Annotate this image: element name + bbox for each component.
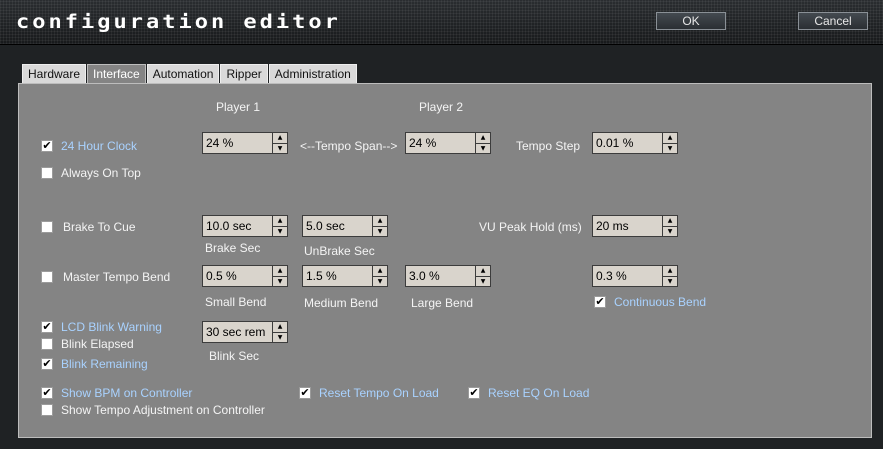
small-bend-spinner[interactable]: 0.5 % ▲ ▼ xyxy=(202,265,288,287)
brake-to-cue-checkbox[interactable] xyxy=(41,221,53,233)
24-hour-clock-label: 24 Hour Clock xyxy=(61,139,138,153)
title-bar: configuration editor OK Cancel xyxy=(0,0,883,45)
spin-down-icon[interactable]: ▼ xyxy=(662,276,678,287)
show-bpm-label: Show BPM on Controller xyxy=(61,386,193,400)
blink-remaining-checkbox[interactable]: ✔ xyxy=(41,358,53,370)
check-icon: ✔ xyxy=(469,386,479,399)
spin-down-icon[interactable]: ▼ xyxy=(272,143,288,154)
medium-bend-label: Medium Bend xyxy=(304,296,379,310)
blink-elapsed-checkbox[interactable] xyxy=(41,338,53,350)
check-icon: ✔ xyxy=(42,320,52,333)
reset-eq-checkbox[interactable]: ✔ xyxy=(468,387,480,399)
tempo-step-spinner[interactable]: 0.01 % ▲ ▼ xyxy=(592,132,678,154)
blink-sec-field[interactable]: 30 sec rem xyxy=(202,321,272,343)
master-tempo-bend-label: Master Tempo Bend xyxy=(63,270,171,284)
tempo-step-label: Tempo Step xyxy=(516,139,581,153)
unbrake-sec-spinner[interactable]: 5.0 sec ▲ ▼ xyxy=(302,215,388,237)
tempo-span-label: <--Tempo Span--> xyxy=(300,139,398,153)
tab-administration[interactable]: Administration xyxy=(268,64,357,83)
spin-up-icon[interactable]: ▲ xyxy=(272,215,288,226)
tempo-span-player2-spinner[interactable]: 24 % ▲ ▼ xyxy=(405,132,491,154)
tab-hardware[interactable]: Hardware xyxy=(22,64,87,83)
medium-bend-field[interactable]: 1.5 % xyxy=(302,265,372,287)
brake-to-cue-label: Brake To Cue xyxy=(63,220,136,234)
reset-eq-label: Reset EQ On Load xyxy=(488,386,590,400)
spin-up-icon[interactable]: ▲ xyxy=(272,132,288,143)
tab-ripper[interactable]: Ripper xyxy=(220,64,268,83)
spin-down-icon[interactable]: ▼ xyxy=(662,226,678,237)
spin-up-icon[interactable]: ▲ xyxy=(272,321,288,332)
spin-up-icon[interactable]: ▲ xyxy=(372,215,388,226)
continuous-bend-field[interactable]: 0.3 % xyxy=(592,265,662,287)
blink-remaining-label: Blink Remaining xyxy=(61,357,148,371)
continuous-bend-checkbox[interactable]: ✔ xyxy=(594,296,606,308)
player2-header: Player 2 xyxy=(419,100,464,114)
spin-down-icon[interactable]: ▼ xyxy=(372,276,388,287)
spin-down-icon[interactable]: ▼ xyxy=(475,143,491,154)
check-icon: ✔ xyxy=(300,386,310,399)
brake-sec-field[interactable]: 10.0 sec xyxy=(202,215,272,237)
always-on-top-label: Always On Top xyxy=(61,166,141,180)
master-tempo-bend-checkbox[interactable] xyxy=(41,271,53,283)
spin-down-icon[interactable]: ▼ xyxy=(662,143,678,154)
spin-down-icon[interactable]: ▼ xyxy=(272,276,288,287)
check-icon: ✔ xyxy=(42,386,52,399)
medium-bend-spinner[interactable]: 1.5 % ▲ ▼ xyxy=(302,265,388,287)
tab-automation[interactable]: Automation xyxy=(146,64,220,83)
spin-down-icon[interactable]: ▼ xyxy=(475,276,491,287)
vu-peak-hold-label: VU Peak Hold (ms) xyxy=(479,220,582,234)
spin-up-icon[interactable]: ▲ xyxy=(372,265,388,276)
interface-panel: Player 1 Player 2 ✔ 24 Hour Clock 24 % ▲… xyxy=(18,83,872,438)
check-icon: ✔ xyxy=(42,139,52,152)
blink-sec-label: Blink Sec xyxy=(209,349,260,363)
tab-bar: Hardware Interface Automation Ripper Adm… xyxy=(22,64,358,84)
continuous-bend-spinner[interactable]: 0.3 % ▲ ▼ xyxy=(592,265,678,287)
ok-button[interactable]: OK xyxy=(656,12,726,30)
spin-up-icon[interactable]: ▲ xyxy=(272,265,288,276)
spin-up-icon[interactable]: ▲ xyxy=(475,265,491,276)
check-icon: ✔ xyxy=(42,357,52,370)
check-icon: ✔ xyxy=(595,295,605,308)
blink-elapsed-label: Blink Elapsed xyxy=(61,337,134,351)
show-bpm-checkbox[interactable]: ✔ xyxy=(41,387,53,399)
vu-peak-hold-field[interactable]: 20 ms xyxy=(592,215,662,237)
window-title: configuration editor xyxy=(16,11,341,34)
lcd-blink-warning-checkbox[interactable]: ✔ xyxy=(41,321,53,333)
spin-up-icon[interactable]: ▲ xyxy=(662,132,678,143)
brake-sec-label: Brake Sec xyxy=(205,241,261,255)
tempo-step-field[interactable]: 0.01 % xyxy=(592,132,662,154)
small-bend-field[interactable]: 0.5 % xyxy=(202,265,272,287)
large-bend-spinner[interactable]: 3.0 % ▲ ▼ xyxy=(405,265,491,287)
reset-tempo-checkbox[interactable]: ✔ xyxy=(299,387,311,399)
always-on-top-checkbox[interactable] xyxy=(41,167,53,179)
brake-sec-spinner[interactable]: 10.0 sec ▲ ▼ xyxy=(202,215,288,237)
cancel-button[interactable]: Cancel xyxy=(798,12,868,30)
reset-tempo-label: Reset Tempo On Load xyxy=(319,386,439,400)
large-bend-field[interactable]: 3.0 % xyxy=(405,265,475,287)
spin-up-icon[interactable]: ▲ xyxy=(475,132,491,143)
continuous-bend-label: Continuous Bend xyxy=(614,295,707,309)
large-bend-label: Large Bend xyxy=(411,296,474,310)
spin-up-icon[interactable]: ▲ xyxy=(662,215,678,226)
tab-interface[interactable]: Interface xyxy=(87,64,146,84)
blink-sec-spinner[interactable]: 30 sec rem ▲ ▼ xyxy=(202,321,288,343)
small-bend-label: Small Bend xyxy=(205,295,267,309)
unbrake-sec-field[interactable]: 5.0 sec xyxy=(302,215,372,237)
24-hour-clock-checkbox[interactable]: ✔ xyxy=(41,140,53,152)
lcd-blink-warning-label: LCD Blink Warning xyxy=(61,320,162,334)
tempo-span-player1-spinner[interactable]: 24 % ▲ ▼ xyxy=(202,132,288,154)
spin-down-icon[interactable]: ▼ xyxy=(372,226,388,237)
spin-down-icon[interactable]: ▼ xyxy=(272,226,288,237)
show-tempo-adjustment-checkbox[interactable] xyxy=(41,404,53,416)
player1-header: Player 1 xyxy=(216,100,261,114)
tempo-span-player1-field[interactable]: 24 % xyxy=(202,132,272,154)
unbrake-sec-label: UnBrake Sec xyxy=(304,244,375,258)
spin-up-icon[interactable]: ▲ xyxy=(662,265,678,276)
show-tempo-adjustment-label: Show Tempo Adjustment on Controller xyxy=(61,403,265,417)
spin-down-icon[interactable]: ▼ xyxy=(272,332,288,343)
tempo-span-player2-field[interactable]: 24 % xyxy=(405,132,475,154)
vu-peak-hold-spinner[interactable]: 20 ms ▲ ▼ xyxy=(592,215,678,237)
